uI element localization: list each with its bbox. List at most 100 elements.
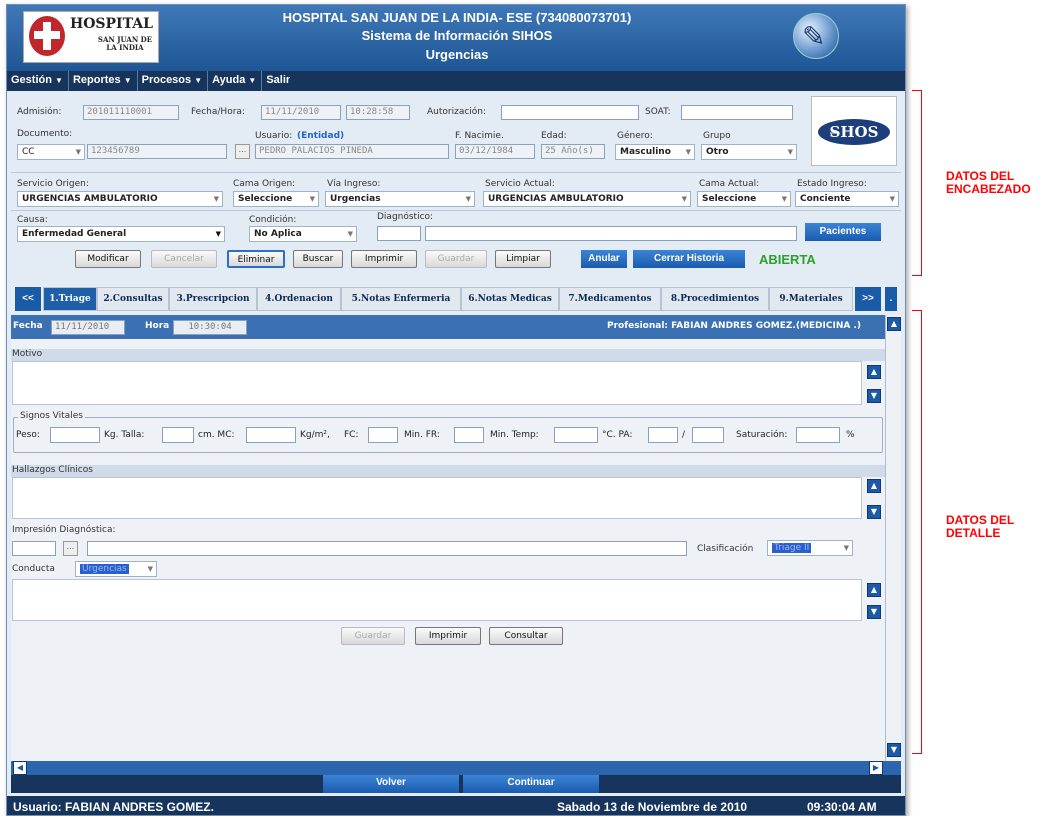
temp-field[interactable] (554, 427, 598, 443)
clasificacion-label: Clasificación (697, 544, 754, 554)
modificar-button[interactable]: Modificar (75, 250, 141, 268)
scroll-right-icon[interactable]: ▶ (869, 761, 883, 775)
servicio-origen-select[interactable]: URGENCIAS AMBULATORIO ▼ (17, 191, 223, 207)
scroll-up-icon[interactable]: ▲ (867, 365, 881, 379)
menu-procesos[interactable]: Procesos ▼ (138, 71, 209, 91)
tab-ordenacion[interactable]: 4.Ordenacion (257, 287, 341, 311)
fecha-status: Sabado 13 de Noviembre de 2010 (557, 800, 748, 814)
entidad-link[interactable]: (Entidad) (297, 131, 344, 141)
estado-ingreso-select[interactable]: Conciente ▼ (795, 191, 899, 207)
scroll-down-icon[interactable]: ▼ (887, 743, 901, 757)
documento-field[interactable]: 123456789 (87, 144, 227, 159)
temp-label: Min. Temp: (490, 430, 539, 440)
talla-label: Kg. Talla: (104, 430, 145, 440)
menu-gestion[interactable]: Gestión ▼ (7, 71, 69, 91)
scroll-down-icon[interactable]: ▼ (867, 605, 881, 619)
clasificacion-select[interactable]: Triage II ▼ (767, 540, 853, 556)
fecha-label: Fecha (13, 321, 43, 331)
tab-next-button[interactable]: >> (855, 287, 881, 311)
hora-field[interactable]: 10:28:58 (346, 105, 410, 120)
mc-field[interactable] (246, 427, 296, 443)
f-nacimiento-field[interactable]: 03/12/1984 (455, 144, 535, 159)
scroll-down-icon[interactable]: ▼ (867, 505, 881, 519)
imprimir-detalle-button[interactable]: Imprimir (415, 627, 481, 645)
hallazgos-textarea[interactable] (12, 477, 862, 519)
tab-materiales[interactable]: 9.Materiales (769, 287, 853, 311)
fr-field[interactable] (454, 427, 484, 443)
cancelar-button[interactable]: Cancelar (151, 250, 217, 268)
diagnostico-code-field[interactable] (377, 226, 421, 241)
tab-procedimientos[interactable]: 8.Procedimientos (661, 287, 769, 311)
admision-field[interactable]: 201011110001 (83, 105, 179, 120)
fecha-hora-bar: Fecha 11/11/2010 Hora 10:30:04 Profesion… (11, 315, 885, 339)
tab-more-button[interactable]: . (885, 287, 897, 311)
peso-field[interactable] (50, 427, 100, 443)
usuario-field[interactable]: PEDRO PALACIOS PINEDA (255, 144, 449, 159)
conducta-textarea[interactable] (12, 579, 862, 621)
hallazgos-label: Hallazgos Clínicos (12, 465, 93, 475)
encabezado-annotation: DATOS DEL ENCABEZADO (946, 169, 1031, 196)
fecha-detalle-field[interactable]: 11/11/2010 (51, 320, 125, 335)
genero-select[interactable]: Masculino ▼ (615, 144, 695, 160)
diagnostico-desc-field[interactable] (425, 226, 797, 241)
impresion-desc-field[interactable] (87, 541, 687, 556)
limpiar-button[interactable]: Limpiar (495, 250, 551, 268)
consultar-button[interactable]: Consultar (489, 627, 563, 645)
tab-prescripcion[interactable]: 3.Prescripcion (169, 287, 257, 311)
scroll-up-icon[interactable]: ▲ (867, 583, 881, 597)
autorizacion-field[interactable] (501, 105, 639, 120)
pa-sistolica-field[interactable] (648, 427, 678, 443)
causa-select[interactable]: Enfermedad General ▼ (17, 226, 225, 242)
scroll-left-icon[interactable]: ◀ (13, 761, 27, 775)
eliminar-button[interactable]: Eliminar (227, 250, 285, 268)
buscar-usuario-button[interactable]: ... (235, 144, 250, 159)
documento-label: Documento: (17, 129, 73, 139)
motivo-label: Motivo (12, 349, 43, 359)
guardar-detalle-button[interactable]: Guardar (341, 627, 405, 645)
horizontal-scrollbar[interactable]: ◀ ▶ (11, 761, 901, 775)
cama-origen-select[interactable]: Seleccione ▼ (233, 191, 319, 207)
saturacion-field[interactable] (796, 427, 840, 443)
tab-triage[interactable]: 1.Triage (43, 287, 97, 311)
tab-notas-medicas[interactable]: 6.Notas Medicas (461, 287, 559, 311)
buscar-button[interactable]: Buscar (293, 250, 343, 268)
pa-diastolica-field[interactable] (692, 427, 724, 443)
tools-icon[interactable]: ✎ (793, 13, 839, 59)
imprimir-button[interactable]: Imprimir (351, 250, 417, 268)
impresion-code-field[interactable] (12, 541, 56, 556)
app-window: HOSPITAL SAN JUAN DE LA INDIA HOSPITAL S… (6, 4, 906, 816)
scroll-up-icon[interactable]: ▲ (887, 317, 901, 331)
fecha-field[interactable]: 11/11/2010 (261, 105, 341, 120)
hora-detalle-field[interactable]: 10:30:04 (173, 320, 247, 335)
talla-field[interactable] (162, 427, 194, 443)
motivo-textarea[interactable] (12, 361, 862, 405)
diagnostico-label: Diagnóstico: (377, 212, 434, 222)
conducta-select[interactable]: Urgencias ▼ (75, 561, 157, 577)
condicion-select[interactable]: No Aplica ▼ (249, 226, 357, 242)
tipo-documento-select[interactable]: CC ▼ (17, 144, 85, 160)
servicio-actual-select[interactable]: URGENCIAS AMBULATORIO ▼ (483, 191, 691, 207)
buscar-diagnostico-button[interactable]: ... (63, 541, 78, 556)
scroll-down-icon[interactable]: ▼ (867, 389, 881, 403)
cama-actual-select[interactable]: Seleccione ▼ (697, 191, 791, 207)
volver-button[interactable]: Volver (323, 775, 459, 793)
anular-button[interactable]: Anular (581, 250, 627, 268)
continuar-button[interactable]: Continuar (463, 775, 599, 793)
pacientes-button[interactable]: Pacientes (805, 223, 881, 241)
edad-field[interactable]: 25 Año(s) (541, 144, 605, 159)
tab-medicamentos[interactable]: 7.Medicamentos (559, 287, 661, 311)
grupo-select[interactable]: Otro ▼ (701, 144, 797, 160)
tab-consultas[interactable]: 2.Consultas (97, 287, 169, 311)
tab-notas-enfermeria[interactable]: 5.Notas Enfermeria (341, 287, 461, 311)
tab-prev-button[interactable]: << (15, 287, 41, 311)
menu-reportes[interactable]: Reportes ▼ (69, 71, 138, 91)
scroll-up-icon[interactable]: ▲ (867, 479, 881, 493)
vertical-scrollbar[interactable]: ▲ ▼ (885, 315, 901, 761)
soat-field[interactable] (681, 105, 793, 120)
menu-ayuda[interactable]: Ayuda ▼ (208, 71, 263, 91)
fc-field[interactable] (368, 427, 398, 443)
menu-salir[interactable]: Salir (262, 71, 295, 91)
via-ingreso-select[interactable]: Urgencias ▼ (325, 191, 475, 207)
cerrar-historia-button[interactable]: Cerrar Historia (633, 250, 745, 268)
guardar-button[interactable]: Guardar (425, 250, 487, 268)
